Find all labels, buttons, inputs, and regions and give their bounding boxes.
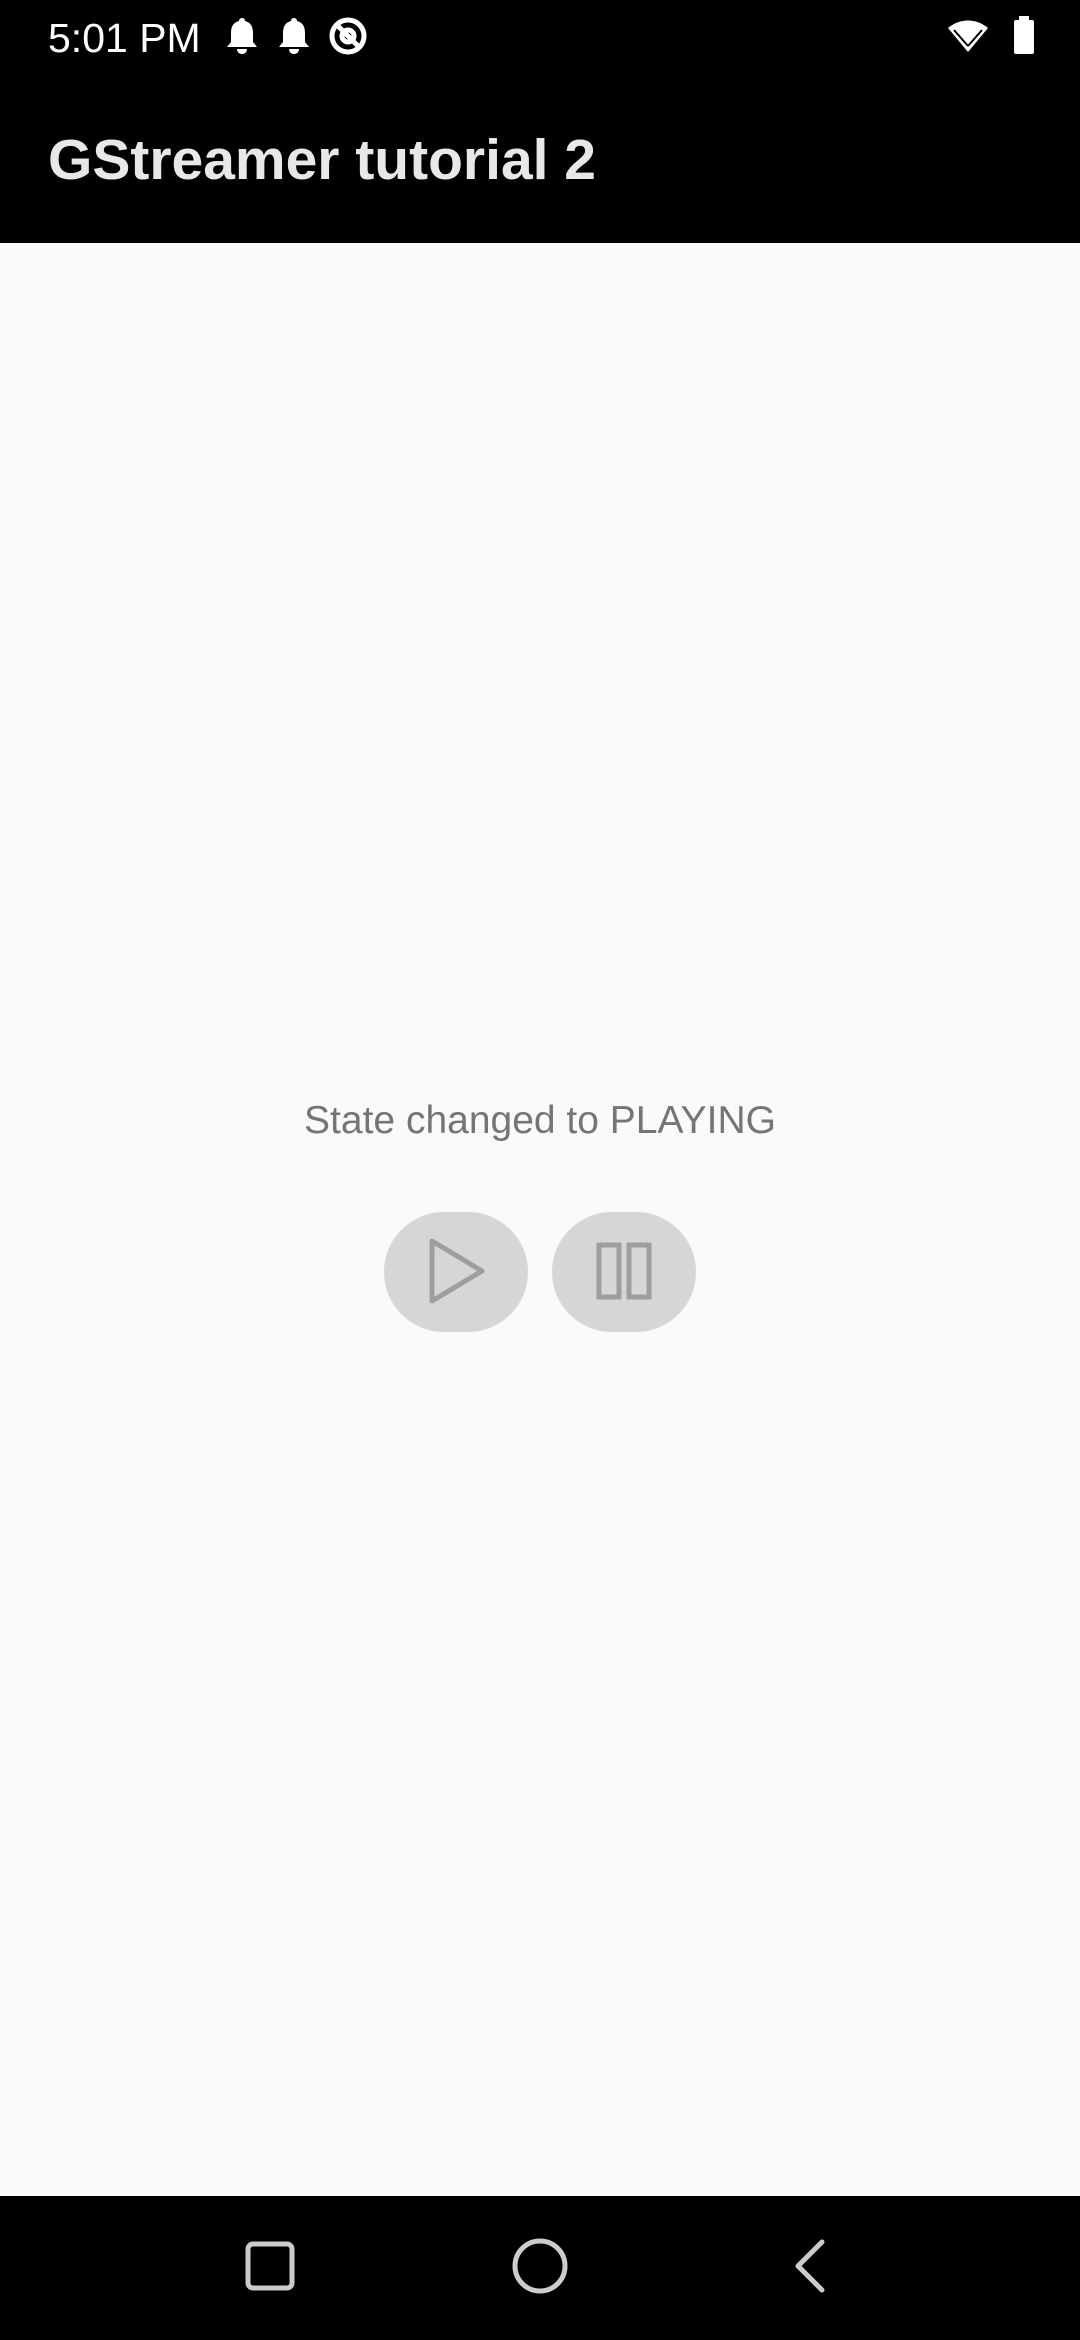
playback-controls xyxy=(384,1212,696,1332)
back-triangle-icon xyxy=(790,2238,830,2299)
battery-icon xyxy=(1012,15,1036,61)
notification-bell-icon xyxy=(224,16,260,61)
pause-button[interactable] xyxy=(552,1212,696,1332)
navigation-bar xyxy=(0,2196,1080,2340)
notification-bell-icon xyxy=(276,16,312,61)
app-title: GStreamer tutorial 2 xyxy=(48,128,597,192)
play-icon xyxy=(424,1237,488,1308)
recents-square-icon xyxy=(245,2241,295,2296)
status-notification-icons xyxy=(224,16,368,61)
at-sign-icon xyxy=(328,16,368,61)
status-bar: 5:01 PM xyxy=(0,0,1080,75)
home-circle-icon xyxy=(511,2237,569,2300)
play-button[interactable] xyxy=(384,1212,528,1332)
status-system-icons xyxy=(946,15,1036,61)
main-content: State changed to PLAYING xyxy=(0,243,1080,2196)
app-toolbar: GStreamer tutorial 2 xyxy=(0,75,1080,243)
recents-button[interactable] xyxy=(234,2232,306,2304)
home-button[interactable] xyxy=(504,2232,576,2304)
state-message: State changed to PLAYING xyxy=(304,1099,776,1142)
back-button[interactable] xyxy=(774,2232,846,2304)
status-time: 5:01 PM xyxy=(48,15,201,61)
pause-icon xyxy=(594,1241,654,1304)
wifi-icon xyxy=(946,18,990,59)
